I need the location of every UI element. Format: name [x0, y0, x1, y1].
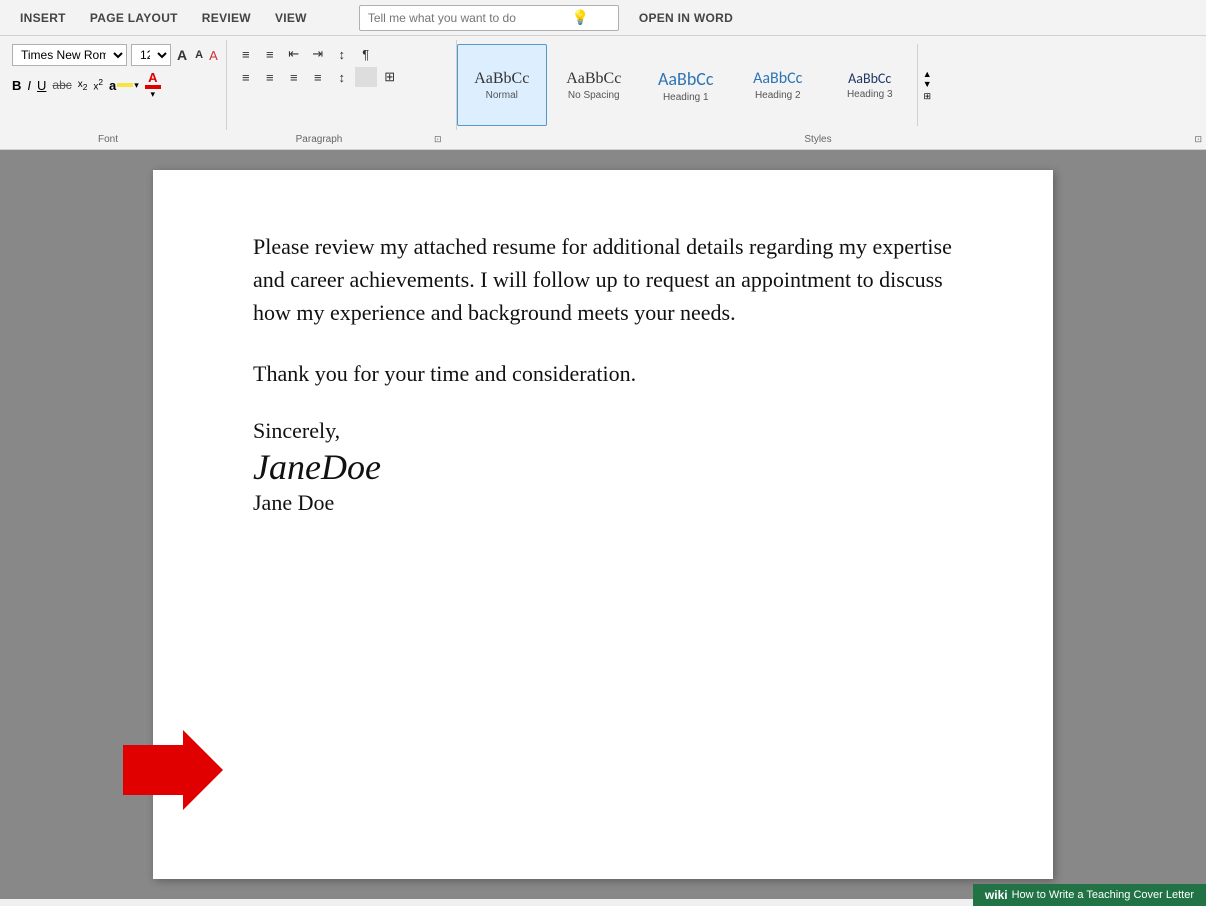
- font-section-label: Font: [4, 134, 204, 145]
- subscript-button[interactable]: x2: [78, 79, 88, 92]
- increase-indent-button[interactable]: ⇥: [307, 44, 329, 64]
- style-normal[interactable]: AaBbCc Normal: [457, 44, 547, 126]
- font-name-select[interactable]: Times New Roman: [12, 44, 127, 66]
- signature-section: Sincerely, JaneDoe Jane Doe: [253, 418, 953, 516]
- style-heading2[interactable]: AaBbCc Heading 2: [733, 44, 823, 126]
- font-grow-button[interactable]: A: [175, 47, 189, 63]
- document-paragraph-2: Thank you for your time and consideratio…: [253, 357, 953, 390]
- styles-scroll-button[interactable]: ▲ ▼ ⊞: [917, 44, 937, 126]
- shading-button[interactable]: [355, 67, 377, 87]
- justify-button[interactable]: ≡: [307, 67, 329, 87]
- bold-button[interactable]: B: [12, 78, 21, 93]
- strikethrough-button[interactable]: abc: [52, 78, 71, 92]
- style-heading1[interactable]: AaBbCc Heading 1: [641, 44, 731, 126]
- style-heading2-label: Heading 2: [755, 90, 801, 101]
- font-shrink-button[interactable]: A: [193, 49, 205, 61]
- font-size-select[interactable]: 12: [131, 44, 171, 66]
- line-spacing-button[interactable]: ↕: [331, 67, 353, 87]
- red-arrow-icon: [123, 730, 223, 810]
- italic-button[interactable]: I: [27, 78, 31, 93]
- sincerely-text: Sincerely,: [253, 418, 953, 444]
- style-heading3[interactable]: AaBbCc Heading 3: [825, 44, 915, 126]
- superscript-button[interactable]: x2: [93, 77, 103, 92]
- document-page: Please review my attached resume for add…: [153, 170, 1053, 879]
- style-heading1-preview: AaBbCc: [658, 68, 714, 90]
- styles-section: AaBbCc Normal AaBbCc No Spacing AaBbCc H…: [457, 40, 1202, 130]
- align-left-button[interactable]: ≡: [235, 67, 257, 87]
- style-no-spacing-label: No Spacing: [568, 90, 620, 101]
- open-in-word-button[interactable]: OPEN IN WORD: [639, 11, 733, 25]
- wiki-logo: wiki: [985, 888, 1008, 902]
- style-no-spacing-preview: AaBbCc: [566, 70, 621, 88]
- style-normal-preview: AaBbCc: [474, 70, 529, 88]
- document-paragraph-1: Please review my attached resume for add…: [253, 230, 953, 329]
- align-center-button[interactable]: ≡: [259, 67, 281, 87]
- search-input[interactable]: [368, 11, 568, 25]
- style-heading3-label: Heading 3: [847, 89, 893, 100]
- decrease-indent-button[interactable]: ⇤: [283, 44, 305, 64]
- font-section: Times New Roman 12 A A A B I U abc x2 x2…: [4, 40, 227, 130]
- highlight-button[interactable]: a ▾: [109, 78, 139, 93]
- borders-button[interactable]: ⊞: [379, 67, 401, 87]
- align-right-button[interactable]: ≡: [283, 67, 305, 87]
- underline-button[interactable]: U: [37, 78, 46, 93]
- style-no-spacing[interactable]: AaBbCc No Spacing: [549, 44, 639, 126]
- tab-review[interactable]: REVIEW: [190, 5, 263, 31]
- styles-section-label: Styles: [442, 134, 1195, 145]
- search-box[interactable]: 💡: [359, 5, 619, 31]
- document-area: Please review my attached resume for add…: [0, 150, 1206, 899]
- bulb-icon: 💡: [572, 9, 589, 26]
- bottom-bar: wiki How to Write a Teaching Cover Lette…: [973, 884, 1206, 906]
- signature-cursive: JaneDoe: [253, 448, 953, 488]
- signature-name: Jane Doe: [253, 490, 953, 516]
- style-heading2-preview: AaBbCc: [753, 69, 802, 88]
- clear-format-icon[interactable]: A: [209, 48, 218, 63]
- sort-button[interactable]: ↕: [331, 44, 353, 64]
- paragraph-section-label: Paragraph: [204, 134, 434, 145]
- tab-view[interactable]: VIEW: [263, 5, 319, 31]
- bullet-list-button[interactable]: ≡: [235, 44, 257, 64]
- font-color-button[interactable]: A ▾: [145, 70, 161, 100]
- styles-expand-icon[interactable]: ⊡: [1194, 134, 1202, 145]
- wiki-how-text: How to Write a Teaching Cover Letter: [1012, 889, 1194, 901]
- bullet-list-button2[interactable]: ≡: [259, 44, 281, 64]
- paragraph-section: ≡ ≡ ⇤ ⇥ ↕ ¶ ≡ ≡ ≡ ≡ ↕ ⊞: [227, 40, 457, 130]
- tab-page-layout[interactable]: PAGE LAYOUT: [78, 5, 190, 31]
- style-heading1-label: Heading 1: [663, 92, 709, 103]
- tab-insert[interactable]: INSERT: [8, 5, 78, 31]
- style-normal-label: Normal: [486, 90, 518, 101]
- paragraph-dialog-icon[interactable]: ⊡: [434, 134, 442, 145]
- show-marks-button[interactable]: ¶: [355, 44, 377, 64]
- style-heading3-preview: AaBbCc: [848, 70, 891, 87]
